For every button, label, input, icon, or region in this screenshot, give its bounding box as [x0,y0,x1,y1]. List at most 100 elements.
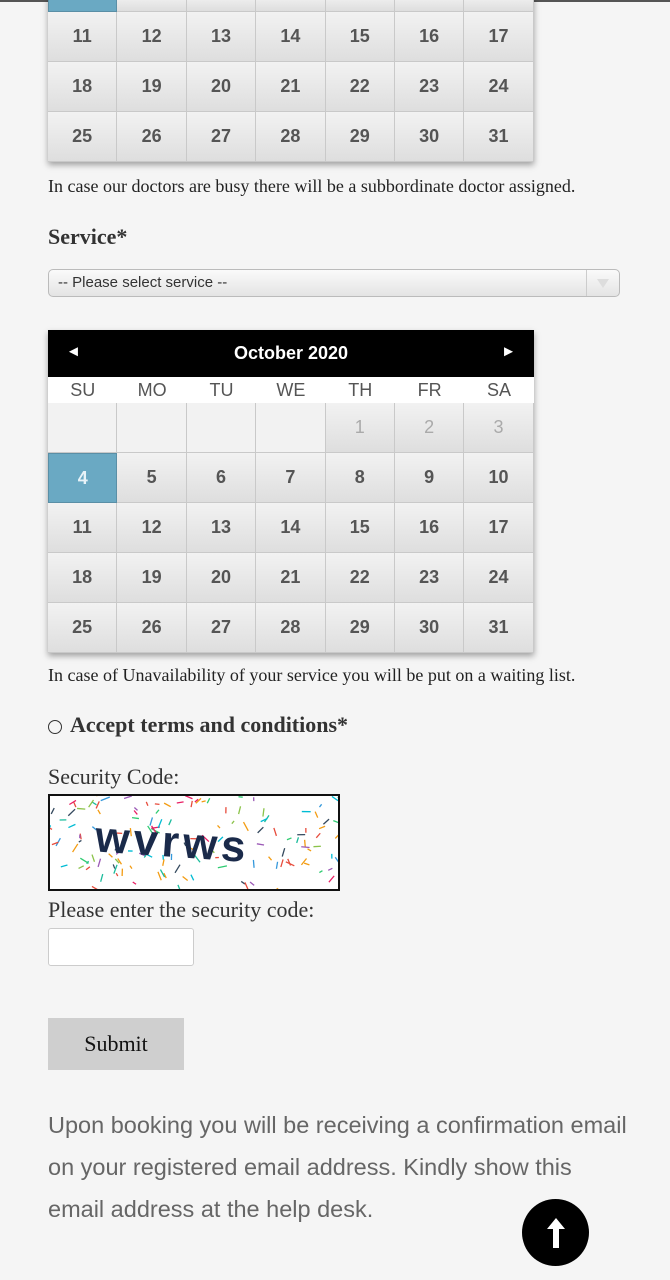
terms-radio[interactable] [48,719,62,734]
captcha-noise-stroke [133,810,138,815]
calendar-day[interactable] [48,0,118,12]
captcha-noise-stroke [95,801,100,809]
calendar-day-7[interactable]: 7 [256,453,326,503]
calendar-day-30[interactable]: 30 [394,603,465,653]
calendar-day-25[interactable]: 25 [48,112,118,162]
calendar-day[interactable] [186,0,257,12]
calendar-day-29[interactable]: 29 [325,112,395,162]
weekday-mo: MO [137,380,167,400]
calendar-day-5[interactable]: 5 [117,453,187,503]
captcha-noise-stroke [190,800,193,808]
captcha-noise-stroke [77,807,86,810]
calendar-day-11[interactable]: 11 [48,12,118,62]
calendar-day-21[interactable]: 21 [256,553,326,603]
captcha-noise-stroke [155,809,160,814]
calendar-day-27[interactable]: 27 [186,112,257,162]
calendar-day-12[interactable]: 12 [117,12,187,62]
captcha-noise: wvrws [50,796,338,889]
calendar-day-8[interactable]: 8 [325,453,395,503]
captcha-noise-stroke [268,856,273,861]
captcha-noise-stroke [334,834,338,839]
calendar-day-15[interactable]: 15 [325,503,395,553]
service-label: Service* [48,224,128,249]
service-select-value: -- Please select service -- [58,274,228,291]
captcha-noise-stroke [262,808,265,817]
calendar-day-31[interactable]: 31 [464,112,534,162]
captcha-noise-stroke [307,848,312,852]
captcha-noise-stroke [303,839,306,848]
captcha-noise-stroke [133,807,138,811]
calendar-day-12[interactable]: 12 [117,503,187,553]
calendar-day-26[interactable]: 26 [117,112,187,162]
prev-month-icon[interactable]: ◄ [66,343,81,360]
calendar-day-17[interactable]: 17 [464,12,534,62]
captcha-noise-stroke [244,882,249,889]
calendar-empty-cell [186,403,257,453]
security-code-input[interactable] [48,928,194,966]
calendar-day-26[interactable]: 26 [117,603,187,653]
calendar-day-19[interactable]: 19 [117,62,187,112]
calendar-day-28[interactable]: 28 [256,603,326,653]
service-select[interactable]: -- Please select service -- [48,269,620,297]
captcha-noise-stroke [78,839,82,843]
calendar-day-9[interactable]: 9 [394,453,465,503]
calendar-day[interactable] [117,0,187,12]
calendar-day-18[interactable]: 18 [48,62,118,112]
calendar-day[interactable] [394,0,465,12]
calendar-day-11[interactable]: 11 [48,503,118,553]
calendar-day-21[interactable]: 21 [256,62,326,112]
calendar-day-23[interactable]: 23 [394,553,465,603]
calendar-empty-cell [256,403,326,453]
terms-row: Accept terms and conditions* [48,712,348,738]
calendar-day-16[interactable]: 16 [394,503,465,553]
terms-label: Accept terms and conditions* [70,712,349,737]
captcha-noise-stroke [287,858,292,866]
calendar-day-27[interactable]: 27 [186,603,257,653]
calendar-day-3[interactable]: 3 [464,403,534,453]
captcha-noise-stroke [91,885,98,889]
calendar-day-24[interactable]: 24 [464,62,534,112]
captcha-noise-stroke [68,823,76,829]
calendar-day-20[interactable]: 20 [186,62,257,112]
calendar-day-6[interactable]: 6 [186,453,257,503]
calendar-day-1[interactable]: 1 [325,403,395,453]
calendar-day-19[interactable]: 19 [117,553,187,603]
calendar-day-2[interactable]: 2 [394,403,465,453]
captcha-noise-stroke [328,875,335,883]
submit-button[interactable]: Submit [48,1018,184,1070]
calendar-day-31[interactable]: 31 [464,603,534,653]
calendar-day-28[interactable]: 28 [256,112,326,162]
calendar-day[interactable] [325,0,395,12]
calendar-day-18[interactable]: 18 [48,553,118,603]
calendar-day-25[interactable]: 25 [48,603,118,653]
calendar-day-20[interactable]: 20 [186,553,257,603]
back-to-top-button[interactable] [522,1199,589,1266]
calendar-day-14[interactable]: 14 [256,503,326,553]
calendar-day-13[interactable]: 13 [186,12,257,62]
captcha-noise-stroke [318,803,323,808]
captcha-noise-stroke [257,826,264,834]
next-month-icon[interactable]: ► [501,343,516,360]
captcha-noise-stroke [163,802,172,808]
calendar-day-17[interactable]: 17 [464,503,534,553]
calendar-day[interactable] [464,0,534,12]
calendar-day-29[interactable]: 29 [325,603,395,653]
calendar-day-24[interactable]: 24 [464,553,534,603]
calendar-day-15[interactable]: 15 [325,12,395,62]
calendar-day-30[interactable]: 30 [394,112,465,162]
captcha-noise-stroke [252,859,255,868]
calendar-day-4[interactable]: 4 [48,453,118,503]
calendar-day-14[interactable]: 14 [256,12,326,62]
captcha-noise-stroke [67,808,76,817]
calendar-day[interactable] [256,0,326,12]
calendar-day-10[interactable]: 10 [464,453,534,503]
dropdown-arrow-icon[interactable] [586,270,619,296]
calendar-day-23[interactable]: 23 [394,62,465,112]
calendar-day-16[interactable]: 16 [394,12,465,62]
calendar-day-22[interactable]: 22 [325,553,395,603]
calendar-day-22[interactable]: 22 [325,62,395,112]
calendar-day-13[interactable]: 13 [186,503,257,553]
captcha-noise-stroke [281,848,286,857]
date-picker-partial: 11 12 13 14 15 16 17 18 19 20 21 22 23 24 25 26 27 28 29 30… [48,0,534,162]
captcha-noise-stroke [240,880,246,885]
